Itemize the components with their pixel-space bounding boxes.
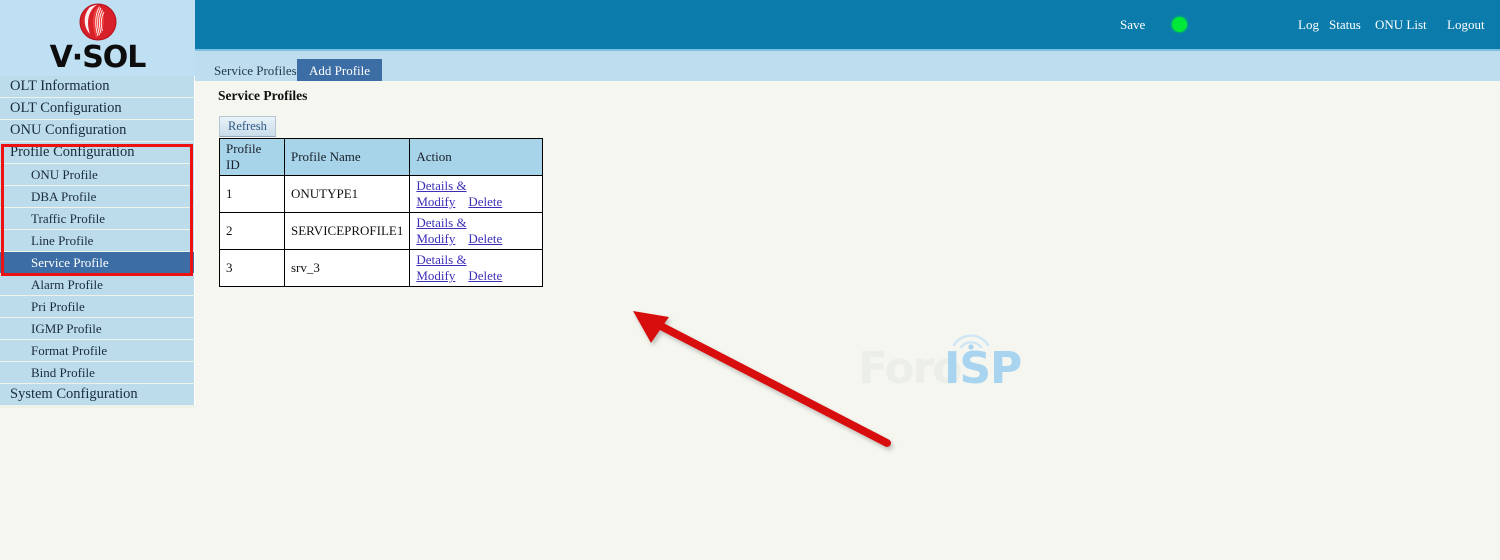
watermark: Foro ISP [858, 329, 1058, 394]
cell-profile-name: ONUTYPE1 [283, 175, 411, 213]
main-content: Service Profiles Refresh Profile ID Prof… [195, 81, 1500, 560]
sidebar-item-system-configuration[interactable]: System Configuration [0, 384, 195, 405]
delete-link[interactable]: Delete [468, 231, 502, 246]
table-row: 1 ONUTYPE1 Details & Modify Delete [219, 175, 544, 213]
cell-action: Details & Modify Delete [409, 249, 544, 287]
details-modify-link[interactable]: Details & Modify [416, 215, 466, 246]
tab-strip: Service Profiles Add Profile [195, 49, 1500, 83]
sidebar-item-olt-configuration[interactable]: OLT Configuration [0, 98, 195, 119]
sidebar-item-olt-information[interactable]: OLT Information [0, 76, 195, 97]
vsol-sphere-logo-icon [79, 3, 117, 41]
sidebar-item-onu-profile[interactable]: ONU Profile [0, 164, 195, 185]
nav-link-onu-list[interactable]: ONU List [1375, 17, 1427, 33]
cell-profile-id: 2 [219, 212, 285, 250]
nav-link-log[interactable]: Log [1298, 17, 1319, 33]
sidebar-item-onu-configuration[interactable]: ONU Configuration [0, 120, 195, 141]
cell-profile-id: 1 [219, 175, 285, 213]
delete-link[interactable]: Delete [468, 194, 502, 209]
logout-button[interactable]: Logout [1447, 17, 1485, 33]
save-button[interactable]: Save [1120, 17, 1145, 33]
column-header-profile-name: Profile Name [283, 138, 411, 176]
tab-service-profiles[interactable]: Service Profiles [202, 59, 309, 82]
service-profiles-table: Profile ID Profile Name Action 1 ONUTYPE1… [219, 138, 544, 287]
sidebar-item-dba-profile[interactable]: DBA Profile [0, 186, 195, 207]
sidebar-item-pri-profile[interactable]: Pri Profile [0, 296, 195, 317]
details-modify-link[interactable]: Details & Modify [416, 178, 466, 209]
cell-action: Details & Modify Delete [409, 212, 544, 250]
sidebar-item-service-profile[interactable]: Service Profile [0, 252, 195, 273]
sidebar-item-igmp-profile[interactable]: IGMP Profile [0, 318, 195, 339]
cell-profile-name: srv_3 [283, 249, 411, 287]
refresh-button[interactable]: Refresh [219, 116, 276, 137]
arrow-annotation [633, 311, 891, 447]
column-header-action: Action [409, 138, 544, 176]
brand-wordmark: V·SOL [49, 40, 147, 75]
watermark-text-accent: ISP [944, 343, 1022, 394]
top-header-bar: Save Log Status ONU List Logout [195, 0, 1500, 49]
sidebar-item-bind-profile[interactable]: Bind Profile [0, 362, 195, 383]
column-header-profile-id: Profile ID [219, 138, 285, 176]
brand-panel: V·SOL [0, 0, 195, 76]
sidebar-item-line-profile[interactable]: Line Profile [0, 230, 195, 251]
sidebar-item-traffic-profile[interactable]: Traffic Profile [0, 208, 195, 229]
details-modify-link[interactable]: Details & Modify [416, 252, 466, 283]
wifi-signal-icon [952, 334, 990, 350]
sidebar-item-alarm-profile[interactable]: Alarm Profile [0, 274, 195, 295]
page-title: Service Profiles [218, 88, 308, 103]
sidebar-nav: OLT Information OLT Configuration ONU Conf… [0, 76, 195, 408]
cell-action: Details & Modify Delete [409, 175, 544, 213]
table-header-row: Profile ID Profile Name Action [219, 138, 544, 176]
table-row: 3 srv_3 Details & Modify Delete [219, 249, 544, 287]
cell-profile-name: SERVICEPROFILE1 [283, 212, 411, 250]
watermark-text-primary: Foro [858, 343, 962, 394]
sidebar-item-profile-configuration[interactable]: Profile Configuration [0, 142, 195, 163]
tab-add-profile[interactable]: Add Profile [297, 59, 383, 82]
status-dot-icon [1172, 17, 1187, 32]
delete-link[interactable]: Delete [468, 268, 502, 283]
cell-profile-id: 3 [219, 249, 285, 287]
sidebar-item-format-profile[interactable]: Format Profile [0, 340, 195, 361]
nav-link-status[interactable]: Status [1329, 17, 1361, 33]
table-row: 2 SERVICEPROFILE1 Details & Modify Delete [219, 212, 544, 250]
